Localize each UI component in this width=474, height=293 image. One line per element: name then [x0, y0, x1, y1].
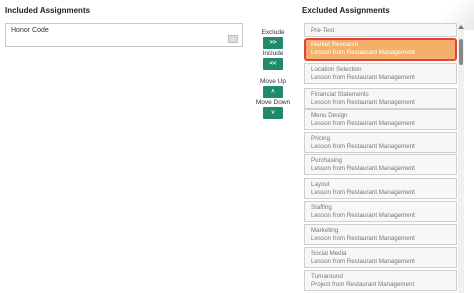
list-item-subtitle: Lesson from Restaurant Management: [311, 235, 415, 242]
scroll-up-arrow-icon[interactable]: [458, 25, 464, 29]
list-item-title: Turnaround: [311, 273, 343, 280]
list-item-subtitle: Lesson from Restaurant Management: [311, 143, 415, 150]
list-item[interactable]: Marketing Lesson from Restaurant Manageme…: [304, 224, 457, 245]
list-item-subtitle: Lesson from Restaurant Management: [311, 49, 415, 56]
list-item[interactable]: Pre-Test: [304, 23, 457, 37]
order-controls: Move Up ˄ Move Down ˅: [255, 77, 291, 119]
move-up-button[interactable]: ˄: [263, 86, 283, 98]
exclude-button[interactable]: >>: [263, 37, 283, 49]
list-item-title: Location Selection: [311, 66, 362, 73]
included-assignments-heading: Included Assignments: [5, 6, 91, 15]
list-item-title: Market Research: [311, 41, 359, 48]
move-down-button[interactable]: ˅: [263, 107, 283, 119]
exclude-label: Exclude: [261, 29, 285, 36]
list-item-title: Financial Statements: [311, 91, 369, 98]
include-label: Include: [262, 50, 284, 57]
list-item[interactable]: Menu Design Lesson from Restaurant Manage…: [304, 109, 457, 130]
list-item-title: Pre-Test: [311, 27, 335, 34]
list-item-subtitle: Project from Restaurant Management: [311, 281, 415, 288]
excluded-list-scrollbar[interactable]: [458, 23, 464, 293]
list-item[interactable]: Layout Lesson from Restaurant Management: [304, 178, 457, 199]
scroll-thumb[interactable]: [459, 39, 463, 65]
include-button[interactable]: <<: [263, 58, 283, 70]
transfer-controls: Exclude >> Include <<: [255, 28, 291, 70]
list-item-title: Layout: [311, 181, 330, 188]
list-item-subtitle: Lesson from Restaurant Management: [311, 74, 415, 81]
list-item-subtitle: Lesson from Restaurant Management: [311, 212, 415, 219]
list-item-title: Menu Design: [311, 112, 348, 119]
list-item[interactable]: Financial Statements Lesson from Restaura…: [304, 88, 457, 109]
list-item-title: Staffing: [311, 204, 332, 211]
excluded-assignments-list[interactable]: Pre-Test Market Research Lesson from Resta…: [302, 23, 460, 293]
list-item-title: Purchasing: [311, 157, 342, 164]
move-up-label: Move Up: [259, 78, 286, 85]
included-assignments-list[interactable]: Honor Code: [5, 23, 243, 47]
drag-handle-icon: [228, 35, 238, 43]
list-item[interactable]: Honor Code: [11, 27, 49, 34]
list-item-subtitle: Lesson from Restaurant Management: [311, 258, 415, 265]
list-item-selected[interactable]: Market Research Lesson from Restaurant Ma…: [304, 38, 457, 61]
list-item-subtitle: Lesson from Restaurant Management: [311, 165, 415, 172]
list-item[interactable]: Staffing Lesson from Restaurant Managemen…: [304, 201, 457, 222]
excluded-assignments-heading: Excluded Assignments: [302, 6, 390, 15]
list-item[interactable]: Pricing Lesson from Restaurant Management: [304, 132, 457, 153]
list-item-title: Pricing: [311, 135, 330, 142]
list-item-subtitle: Lesson from Restaurant Management: [311, 189, 415, 196]
list-item[interactable]: Social Media Lesson from Restaurant Manag…: [304, 247, 457, 268]
move-down-label: Move Down: [255, 99, 291, 106]
list-item-title: Social Media: [311, 250, 347, 257]
list-item[interactable]: Location Selection Lesson from Restaurant…: [304, 63, 457, 84]
list-item-subtitle: Lesson from Restaurant Management: [311, 120, 415, 127]
list-item-subtitle: Lesson from Restaurant Management: [311, 99, 415, 106]
list-item-title: Marketing: [311, 227, 339, 234]
list-item[interactable]: Turnaround Project from Restaurant Manage…: [304, 270, 457, 291]
list-item[interactable]: Purchasing Lesson from Restaurant Managem…: [304, 154, 457, 175]
